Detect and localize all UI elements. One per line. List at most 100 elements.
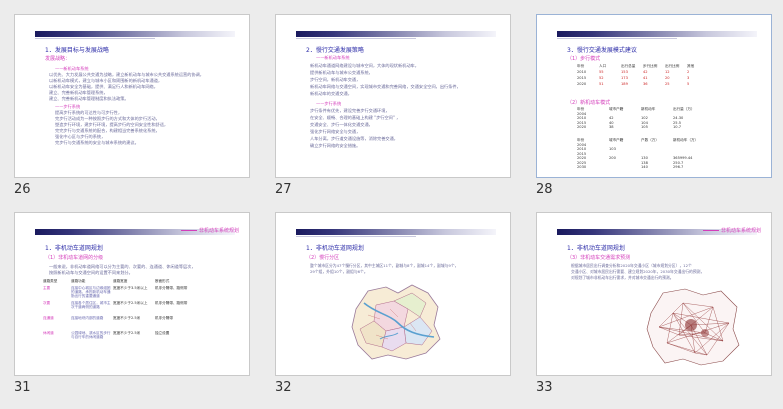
table-cell: 机非分隔带、路侧带 xyxy=(155,301,188,305)
table-header-cell: 新机动车 xyxy=(641,106,656,111)
table-cell: 189 xyxy=(621,82,628,86)
body-line: 步行空间，新机动车交通， xyxy=(310,77,361,82)
slide-preview: 1．发展目标与发展战略 发展战略： ——新机动车系统 以优先、大力发展公共交通为… xyxy=(14,14,250,178)
body-line: 在安全、顺畅、合理的基础上构建 "步行空间" ， xyxy=(310,115,401,120)
table-cell: 51 xyxy=(599,82,604,86)
table-cell: 200 xyxy=(609,156,616,161)
table-cell: 2015 xyxy=(577,151,587,156)
slide-preview: 3．慢行交通发展模式建议 （1）步行模式 年份 人口 出行总量 步行比例 出行比例 其他 2… xyxy=(536,14,772,178)
table-row: 次要 连接各个居住区，城市主次干道两侧的道路 宽度不少于2.5米以上 机非分隔带、路侧… xyxy=(43,301,197,316)
slide-subheading: （1）步行模式 xyxy=(567,56,601,62)
slide-number: 31 xyxy=(14,380,31,395)
table-cell: 10.7 xyxy=(673,125,682,130)
table-cell: 25.5 xyxy=(673,120,682,125)
table-cell: 次要 xyxy=(43,301,51,305)
table-cell: 休闲道 xyxy=(43,331,54,335)
table-row: 休闲道 公园绿地、滨水区的步行与自行车的休闲道路 宽度不少于2.5米 独立设置 xyxy=(43,331,197,346)
slide-heading: 1．非机动车道网规划 xyxy=(45,245,103,252)
table-cell: 3 xyxy=(687,76,690,80)
table-cell: 宽度不少于2.5米 xyxy=(113,316,141,320)
slide-subheading: （1）非机动车道网的分级 xyxy=(45,255,104,261)
table-cell: 连接中心城区与边缘组团的道路，承担新机动车通勤出行的重要通道 xyxy=(71,286,111,298)
table-cell: 20 xyxy=(665,76,670,80)
title-bar-underline xyxy=(35,38,155,39)
slide-heading: 1．非机动车道网规划 xyxy=(306,245,364,252)
table-row: 2020 51 189 36 25 5 xyxy=(577,81,709,87)
table-cell: 12 xyxy=(665,70,670,74)
table-cell: 25 xyxy=(665,82,670,86)
slide-preview: 2．慢行交通发展策略 ——新机动车系统 新机动车通道网络建设与城市空间，大体的现… xyxy=(275,14,511,178)
body-line: 人车分离，步行道交通设施等，消除完善交通， xyxy=(310,136,398,141)
district-zoning-map xyxy=(346,279,444,363)
table-cell: 2030 xyxy=(577,165,587,170)
table-cell: 5 xyxy=(687,82,690,86)
table-cell: 2004 xyxy=(577,142,587,147)
table-cell: 42 xyxy=(643,70,648,74)
table-cell: 宽度不少于2.5米以上 xyxy=(113,301,148,305)
section-tag: 非机动车系统规划 xyxy=(703,227,761,234)
body-line: 按照新机动车与交通空间的设置不同来划分。 xyxy=(49,270,133,275)
table-cell: 2015 xyxy=(577,76,587,80)
body-line: 建立、完善新机动车管理制度和执法政策。 xyxy=(49,96,129,101)
table-row: 连通道 连接地块内部的道路 宽度不少于2.5米 机非分隔带 xyxy=(43,316,197,331)
table-cell: 104 xyxy=(641,120,648,125)
table-cell: 296.7 xyxy=(673,165,684,170)
table-cell: 38 xyxy=(609,125,614,130)
table-cell: 40 xyxy=(609,120,614,125)
table-cell: 2 xyxy=(687,70,690,74)
table-cell: 153 xyxy=(621,70,628,74)
table-cell: 2020 xyxy=(577,82,587,86)
table-cell: 365999.44 xyxy=(673,156,693,161)
table-cell: 36 xyxy=(643,82,648,86)
body-line: 步行条件有优先，建设完善步行交通环境， xyxy=(310,108,390,113)
table-header-row: 道路类型 道路功能 道路宽度 断面形式 xyxy=(43,279,197,286)
table-cell: 2020 xyxy=(577,125,587,130)
travel-demand-map xyxy=(643,283,743,369)
title-bar-graphic xyxy=(296,229,496,235)
table-header-cell: 道路宽度 xyxy=(113,279,128,283)
body-line: 提供新机动车与城市公交通系统， xyxy=(310,70,373,75)
body-line: 新机动车网络与交通空间，实现城市交通和完善网络，交通安全空间，出行条件， xyxy=(310,84,461,89)
table-cell: 2025 xyxy=(577,160,587,165)
table-cell: 2004 xyxy=(577,111,587,116)
slide-heading: 1．发展目标与发展战略 xyxy=(45,47,109,54)
table-header-row: 年份 人口 出行总量 步行比例 出行比例 其他 xyxy=(577,63,709,69)
table-cell: 宽度不少于2.5米 xyxy=(113,331,141,335)
table-header-cell: 其他 xyxy=(687,63,695,68)
table-header-cell: 人口 xyxy=(599,63,607,68)
table-cell: 机非分隔带、路侧带 xyxy=(155,286,188,290)
table-header-cell: 城市户籍 xyxy=(609,137,624,142)
table-cell: 105 xyxy=(641,125,648,130)
slide-number: 26 xyxy=(14,182,31,197)
table-cell: 2010 xyxy=(577,70,587,74)
body-line: 新机动车通道网络建设与城市空间，大体的现状新机动车， xyxy=(310,63,419,68)
table-cell: 2010 xyxy=(577,147,587,152)
table-cell: 主要 xyxy=(43,286,51,290)
slide-preview: 1．非机动车道网规划 （2）慢行分区 整个城市区分为47个慢行分区，其中主城区1… xyxy=(275,212,511,376)
table-cell: 140 xyxy=(641,165,648,170)
table-cell: 独立设置 xyxy=(155,331,170,335)
table-cell: 52 xyxy=(599,76,604,80)
body-line: 确立步行网络的安全措施。 xyxy=(310,143,361,148)
table-cell: 102 xyxy=(641,116,648,121)
slide-number: 33 xyxy=(536,380,553,395)
table-cell: 130 xyxy=(641,156,648,161)
slide-heading: 2．慢行交通发展策略 xyxy=(306,47,364,54)
slide-preview: 非机动车系统规划 1．非机动车道网规划 （3）非机动车交通需求预测 根据城市居民… xyxy=(536,212,772,376)
section-tag: 非机动车系统规划 xyxy=(181,227,239,234)
ebike-forecast-table: 年份 城市户籍 户数（万） 新机动车（万） 2004 2010 103 2015 2020 200… xyxy=(577,138,705,170)
table-header-cell: 户数（万） xyxy=(641,137,659,142)
title-bar-underline xyxy=(296,236,416,237)
body-line: 对规划了城市非机动车出行需求，并对城市交通出行的预测。 xyxy=(571,275,674,280)
table-header-cell: 出行比例 xyxy=(665,63,680,68)
table-cell: 连接各个居住区，城市主次干道两侧的道路 xyxy=(71,301,111,309)
table-cell: 24.30 xyxy=(673,116,684,121)
body-line: 强化步行网络安全与交通， xyxy=(310,129,361,134)
mode-share-table: 年份 人口 出行总量 步行比例 出行比例 其他 2010 55 153 42 12 2 2015 52 17… xyxy=(577,63,709,87)
table-cell: 2020 xyxy=(577,156,587,161)
slide-subheading: （3）非机动车交通需求预测 xyxy=(567,255,631,261)
slide-subheading: （2）慢行分区 xyxy=(306,255,340,261)
section-label: ——步行系统 xyxy=(316,101,342,106)
bicycle-forecast-table: 年份 城市户籍 新机动车 出行量（万） 2004 2010 42 102 24.30 2015 40… xyxy=(577,107,705,130)
table-cell: 宽度不少于3.5米以上 xyxy=(113,286,148,290)
